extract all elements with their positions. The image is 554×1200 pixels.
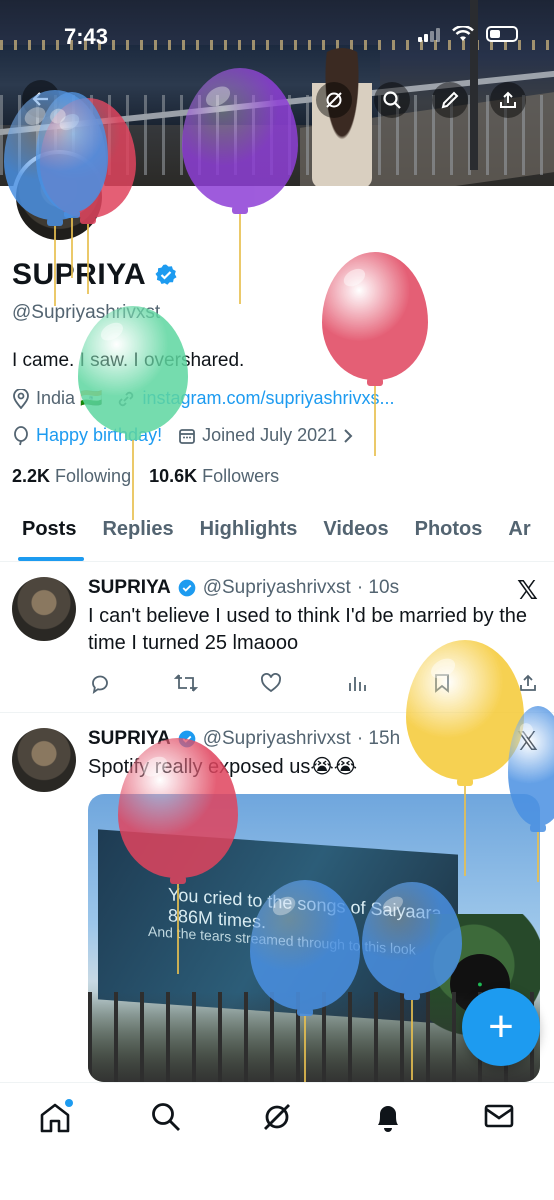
status-icons [418,26,518,42]
mail-icon [484,1104,513,1128]
wifi-icon [452,26,474,41]
balloon-decoration [508,706,554,884]
grok-icon [263,1104,290,1130]
repost-icon [173,674,198,692]
balloon-icon [14,425,28,445]
search-icon [152,1103,181,1131]
nav-home[interactable] [35,1099,75,1141]
verified-badge-icon [178,579,196,597]
nav-search[interactable] [146,1101,186,1141]
balloon-decoration [36,92,108,280]
tweet-author-handle: @Supriyashrivxst [202,577,351,598]
battery-icon [486,26,518,42]
reply-icon [92,675,108,694]
joined-text: Joined July 2021 [202,425,338,445]
share-button[interactable] [490,82,526,118]
tab-highlights[interactable]: Highlights [187,508,311,561]
cellular-signal-icon [418,26,440,42]
heart-icon [261,673,282,693]
balloon-decoration [322,252,428,458]
followers-label: Followers [202,466,280,486]
tab-photos[interactable]: Photos [402,508,496,561]
bell-icon [377,1106,398,1132]
edit-icon [441,91,459,109]
nav-grok[interactable] [257,1101,297,1141]
search-icon [383,91,401,109]
bottom-nav [0,1082,554,1200]
tweet-avatar[interactable] [12,577,76,641]
search-button[interactable] [374,82,410,118]
location-pin-icon [13,388,29,409]
edit-button[interactable] [432,82,468,118]
balloon-decoration [78,306,188,522]
share-icon [500,91,516,108]
tweet-author-name[interactable]: SUPRIYA [88,577,171,599]
grok-icon [326,92,342,108]
views-button[interactable] [345,671,369,695]
tweet-time: · 15h [356,728,401,749]
grok-button[interactable] [316,82,352,118]
repost-button[interactable] [173,671,198,695]
balloon-decoration [406,640,524,878]
nav-notifications[interactable] [368,1101,408,1141]
tab-posts[interactable]: Posts [0,508,89,561]
tab-articles[interactable]: Ar [495,508,543,561]
following-count: 2.2K [12,466,51,486]
x-logo-icon: 𝕏 [517,575,538,605]
nav-messages[interactable] [479,1101,519,1141]
reply-button[interactable] [88,671,112,695]
tweet-time: · 10s [356,577,400,598]
verified-badge-icon[interactable] [154,263,178,287]
balloon-decoration [250,880,360,1098]
like-button[interactable] [259,671,283,695]
tweet-header: SUPRIYA @Supriyashrivxst · 10s [88,577,399,599]
views-chart-icon [348,677,366,691]
balloon-decoration [182,68,298,306]
tweet-avatar[interactable] [12,728,76,792]
balloon-decoration [118,738,238,976]
banner-actions [316,82,526,118]
status-time: 7:43 [64,24,109,49]
tab-videos[interactable]: Videos [310,508,401,561]
compose-button[interactable]: + [462,988,540,1066]
balloon-decoration [362,882,462,1082]
